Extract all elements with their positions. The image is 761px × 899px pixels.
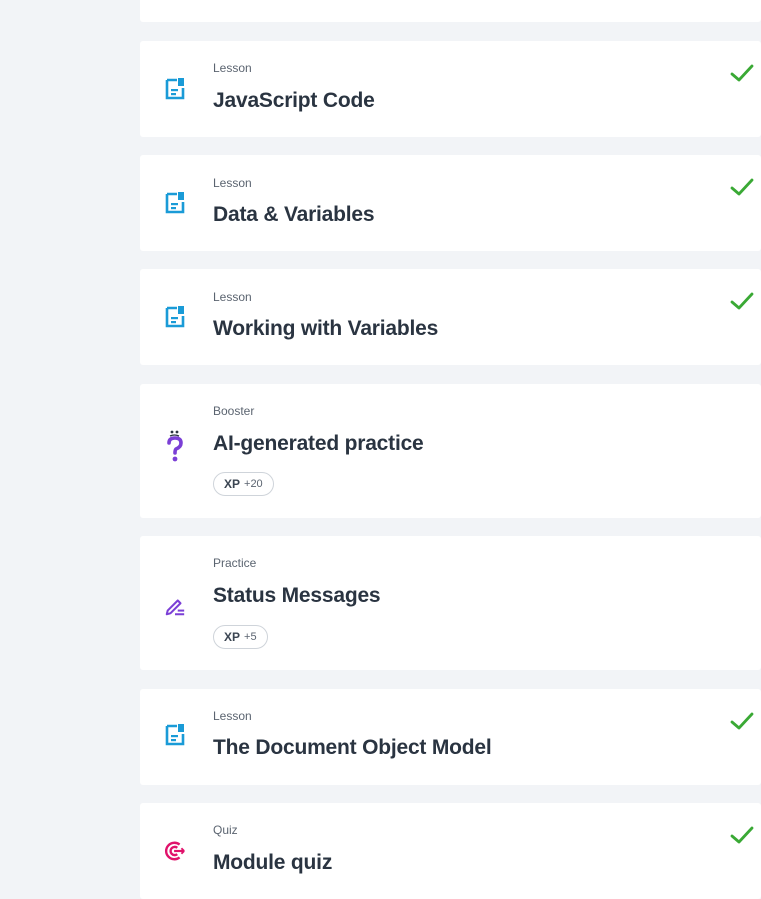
item-title[interactable]: Status Messages [213, 584, 381, 608]
item-type-label: Lesson [213, 176, 252, 190]
completed-check-icon [730, 292, 754, 310]
lesson-document-icon [164, 305, 186, 329]
item-type-label: Booster [213, 404, 255, 418]
xp-value: +20 [244, 478, 263, 490]
module-item-card[interactable]: Lesson JavaScript Code [140, 41, 761, 137]
module-item-card[interactable]: Quiz Module quiz [140, 803, 761, 899]
xp-reward-badge: XP +20 [213, 472, 274, 496]
xp-reward-badge: XP +5 [213, 625, 268, 649]
item-type-label: Quiz [213, 823, 238, 837]
item-title[interactable]: Module quiz [213, 851, 332, 875]
question-mark-icon [164, 430, 186, 462]
item-title[interactable]: The Document Object Model [213, 736, 492, 760]
module-item-card[interactable]: Lesson The Document Object Model [140, 689, 761, 785]
xp-label: XP [224, 477, 241, 491]
module-item-card[interactable]: Booster AI-generated practice XP +20 [140, 384, 761, 518]
item-type-label: Lesson [213, 290, 252, 304]
module-item-card-previous[interactable] [140, 0, 761, 22]
item-type-label: Lesson [213, 709, 252, 723]
item-title[interactable]: AI-generated practice [213, 432, 424, 456]
completed-check-icon [730, 178, 754, 196]
item-title[interactable]: JavaScript Code [213, 89, 375, 113]
pencil-edit-icon [164, 594, 186, 618]
xp-label: XP [224, 630, 241, 644]
item-title[interactable]: Data & Variables [213, 203, 375, 227]
module-item-card[interactable]: Practice Status Messages XP +5 [140, 536, 761, 670]
completed-check-icon [730, 64, 754, 82]
target-icon [164, 839, 186, 863]
item-title[interactable]: Working with Variables [213, 317, 438, 341]
lesson-document-icon [164, 77, 186, 101]
xp-value: +5 [244, 631, 257, 643]
completed-check-icon [730, 826, 754, 844]
lesson-document-icon [164, 191, 186, 215]
lesson-document-icon [164, 723, 186, 747]
item-type-label: Lesson [213, 61, 252, 75]
item-type-label: Practice [213, 556, 257, 570]
module-item-card[interactable]: Lesson Data & Variables [140, 155, 761, 251]
module-item-card[interactable]: Lesson Working with Variables [140, 269, 761, 365]
completed-check-icon [730, 712, 754, 730]
